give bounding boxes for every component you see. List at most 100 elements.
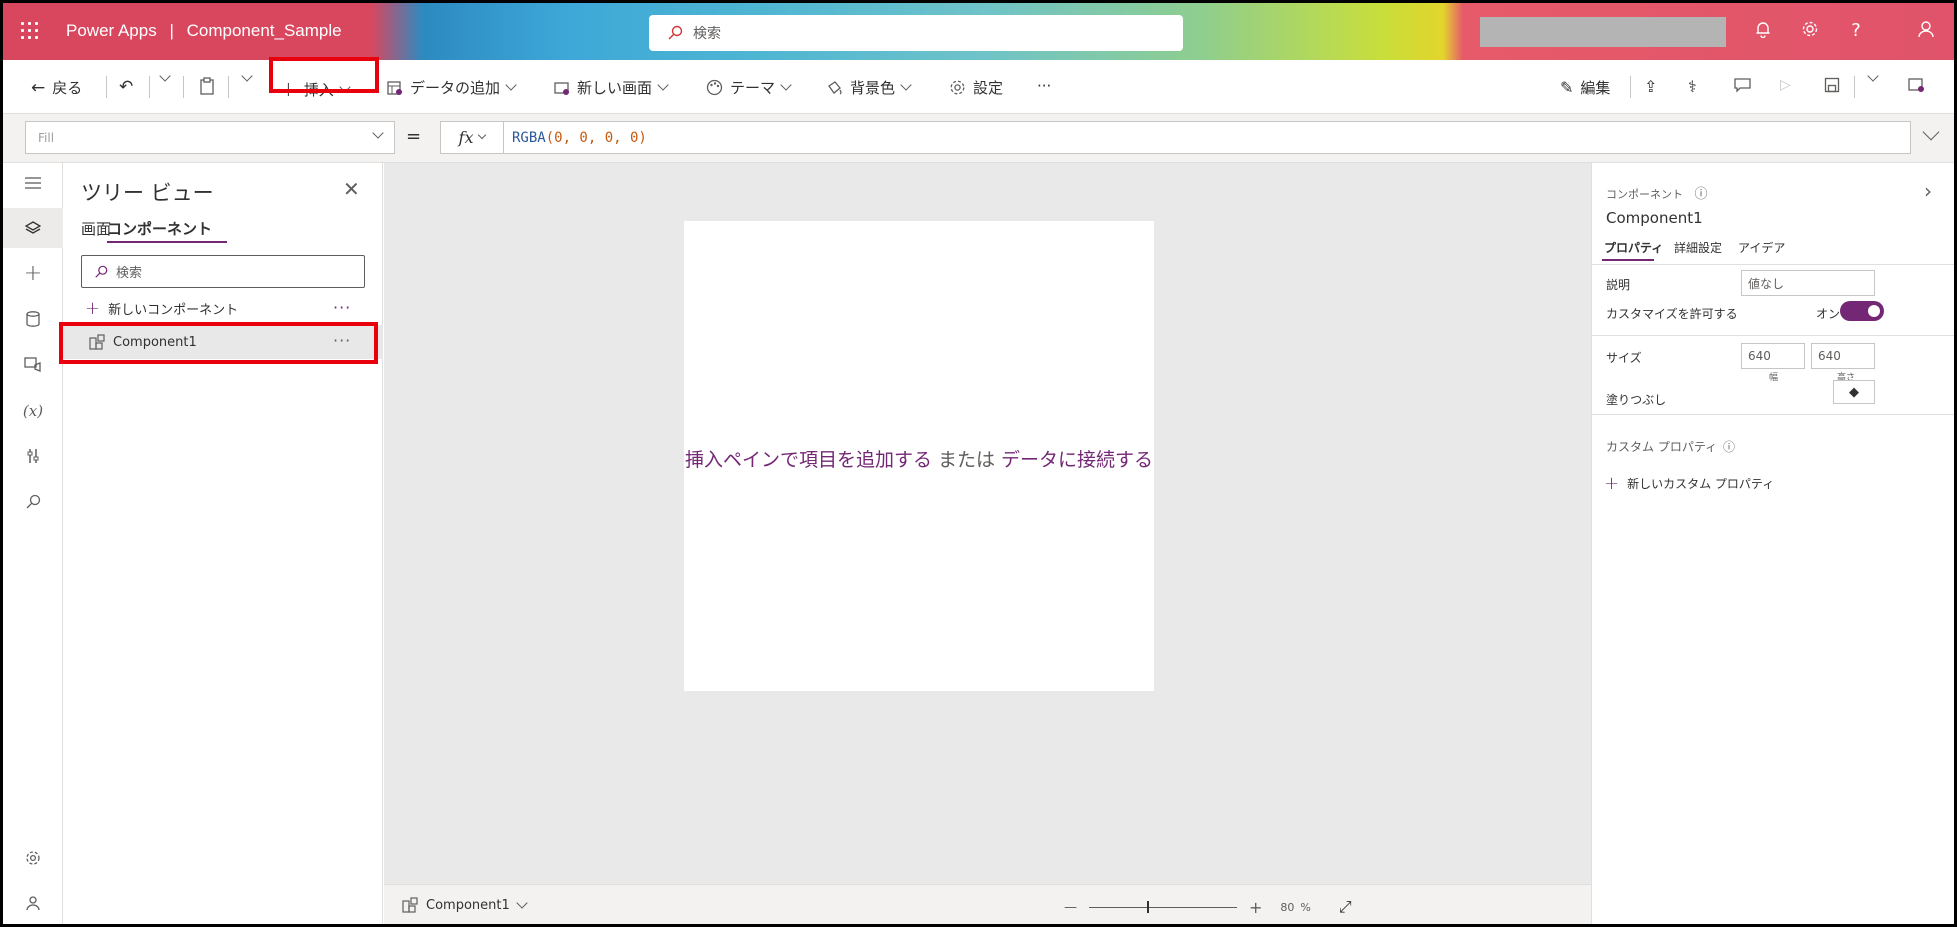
height-input[interactable]: 640 [1811, 343, 1875, 369]
hamburger-menu-icon[interactable] [21, 171, 45, 195]
canvas-status-bar: Component1 — + 80 % ⤢ [384, 884, 1591, 924]
global-search-input[interactable]: 検索 [649, 15, 1183, 51]
environment-selector[interactable] [1480, 17, 1726, 47]
property-name: Fill [38, 130, 55, 145]
chevron-down-icon [657, 79, 669, 91]
info-icon[interactable]: ⓘ [1723, 440, 1735, 454]
settings-button[interactable]: 設定 [949, 77, 1003, 98]
component-selector[interactable]: Component1 [402, 896, 528, 913]
settings-icon[interactable] [1799, 20, 1821, 43]
more-commands-button[interactable]: ··· [1037, 77, 1051, 95]
chevron-down-icon [372, 127, 384, 139]
tree-search-input[interactable]: 検索 [81, 255, 365, 288]
connect-data-link[interactable]: データに接続する [1001, 449, 1153, 471]
preview-button[interactable]: ▷ [1780, 77, 1791, 93]
app-launcher-icon[interactable] [21, 22, 39, 40]
height-value: 640 [1818, 349, 1841, 363]
add-data-button[interactable]: データの追加 [387, 77, 517, 98]
account-icon[interactable] [1915, 20, 1937, 43]
new-screen-icon [554, 81, 569, 95]
paint-bucket-icon: ◆ [1849, 384, 1859, 400]
data-cylinder-icon[interactable] [21, 307, 45, 331]
expand-formula-chevron-icon[interactable] [1922, 123, 1940, 141]
undo-dropdown[interactable] [159, 70, 171, 82]
fill-color-picker[interactable]: ◆ [1833, 380, 1875, 404]
background-color-button[interactable]: 背景色 [826, 77, 912, 98]
properties-tab-underline [1602, 259, 1654, 261]
tab-ideas[interactable]: アイデア [1738, 239, 1785, 256]
media-icon[interactable] [21, 352, 45, 376]
insert-pane-link[interactable]: 挿入ペインで項目を追加する [685, 449, 932, 471]
new-component-button[interactable]: + 新しいコンポーネント [85, 298, 238, 319]
zoom-unit: % [1300, 900, 1311, 914]
comments-button[interactable] [1734, 77, 1751, 93]
collapse-panel-icon[interactable]: › [1924, 179, 1932, 203]
new-custom-property-label: 新しいカスタム プロパティ [1627, 477, 1775, 491]
app-settings-gear-icon[interactable] [21, 846, 45, 870]
search-icon[interactable] [21, 490, 45, 514]
layers-icon[interactable] [21, 216, 45, 240]
chevron-down-icon [900, 79, 912, 91]
divider [183, 76, 184, 98]
play-icon: ▷ [1780, 77, 1791, 93]
zoom-in-button[interactable]: + [1249, 898, 1262, 917]
chevron-down-icon [505, 79, 517, 91]
customizable-toggle[interactable] [1840, 301, 1884, 321]
component-artboard[interactable]: 挿入ペインで項目を追加する または データに接続する [684, 221, 1154, 691]
variables-icon[interactable]: (x) [21, 399, 45, 423]
app-window: Power Apps | Component_Sample 検索 ? ← 戻る … [0, 0, 1957, 927]
divider [228, 76, 229, 98]
insert-plus-icon[interactable]: + [21, 261, 45, 286]
tools-icon[interactable] [21, 444, 45, 468]
function-button[interactable]: fx [440, 121, 504, 154]
help-circle-icon[interactable]: ⓘ [1695, 187, 1708, 202]
width-input[interactable]: 640 [1741, 343, 1805, 369]
share-button[interactable]: ⇪ [1644, 77, 1657, 96]
fit-to-window-icon[interactable]: ⤢ [1339, 897, 1352, 917]
share-icon: ⇪ [1644, 77, 1658, 96]
close-icon[interactable]: ✕ [343, 177, 360, 201]
new-component-more-icon[interactable]: ··· [333, 298, 351, 317]
back-button[interactable]: ← 戻る [31, 77, 82, 98]
undo-button[interactable]: ↶ [119, 77, 133, 97]
toggle-knob [1868, 305, 1880, 317]
publish-icon [1908, 78, 1924, 92]
settings-label: 設定 [973, 79, 1004, 97]
new-screen-button[interactable]: 新しい画面 [554, 77, 669, 98]
publish-button[interactable] [1908, 77, 1925, 93]
edit-button[interactable]: ✎ 編集 [1560, 77, 1610, 98]
tab-advanced[interactable]: 詳細設定 [1674, 239, 1722, 256]
virtual-agent-icon[interactable] [21, 891, 45, 915]
undo-icon: ↶ [119, 77, 134, 97]
tab-properties[interactable]: プロパティ [1604, 239, 1663, 256]
divider [106, 76, 107, 98]
command-bar: ← 戻る ↶ + 挿入 データの追加 新しい画面 テーマ 背景色 設定 ··· … [3, 57, 1954, 114]
save-dropdown[interactable] [1867, 70, 1879, 82]
save-button[interactable] [1824, 77, 1840, 93]
bell-icon[interactable] [1752, 20, 1774, 43]
formula-input[interactable]: RGBA (0, 0, 0, 0) [503, 121, 1911, 154]
paste-button[interactable] [199, 77, 215, 95]
zoom-out-button[interactable]: — [1064, 900, 1077, 915]
theme-button[interactable]: テーマ [706, 77, 792, 98]
tab-components[interactable]: コンポーネント [107, 218, 212, 239]
new-custom-property-button[interactable]: + 新しいカスタム プロパティ [1604, 473, 1774, 494]
paste-dropdown[interactable] [241, 70, 253, 82]
zoom-value: 80 [1280, 900, 1295, 914]
chevron-down-icon [159, 70, 171, 82]
zoom-slider[interactable] [1089, 900, 1237, 913]
help-icon[interactable]: ? [1845, 20, 1867, 41]
property-dropdown[interactable]: Fill [25, 121, 395, 154]
component-icon [402, 897, 418, 913]
description-input[interactable]: 値なし [1741, 270, 1875, 296]
back-label: 戻る [52, 79, 83, 97]
chevron-down-icon [478, 130, 487, 140]
empty-canvas-hint: 挿入ペインで項目を追加する または データに接続する [684, 445, 1154, 472]
zoom-slider-thumb[interactable] [1147, 900, 1149, 913]
app-checker-button[interactable]: ⚕ [1688, 77, 1697, 96]
properties-panel: コンポーネント ⓘ › Component1 プロパティ 詳細設定 アイデア 説… [1591, 163, 1954, 924]
tree-view-panel: ツリー ビュー ✕ 画面 コンポーネント 検索 + 新しいコンポーネント ···… [59, 163, 383, 924]
divider [1630, 76, 1631, 98]
custom-properties-text: カスタム プロパティ [1606, 440, 1718, 454]
clipboard-icon [200, 77, 214, 95]
